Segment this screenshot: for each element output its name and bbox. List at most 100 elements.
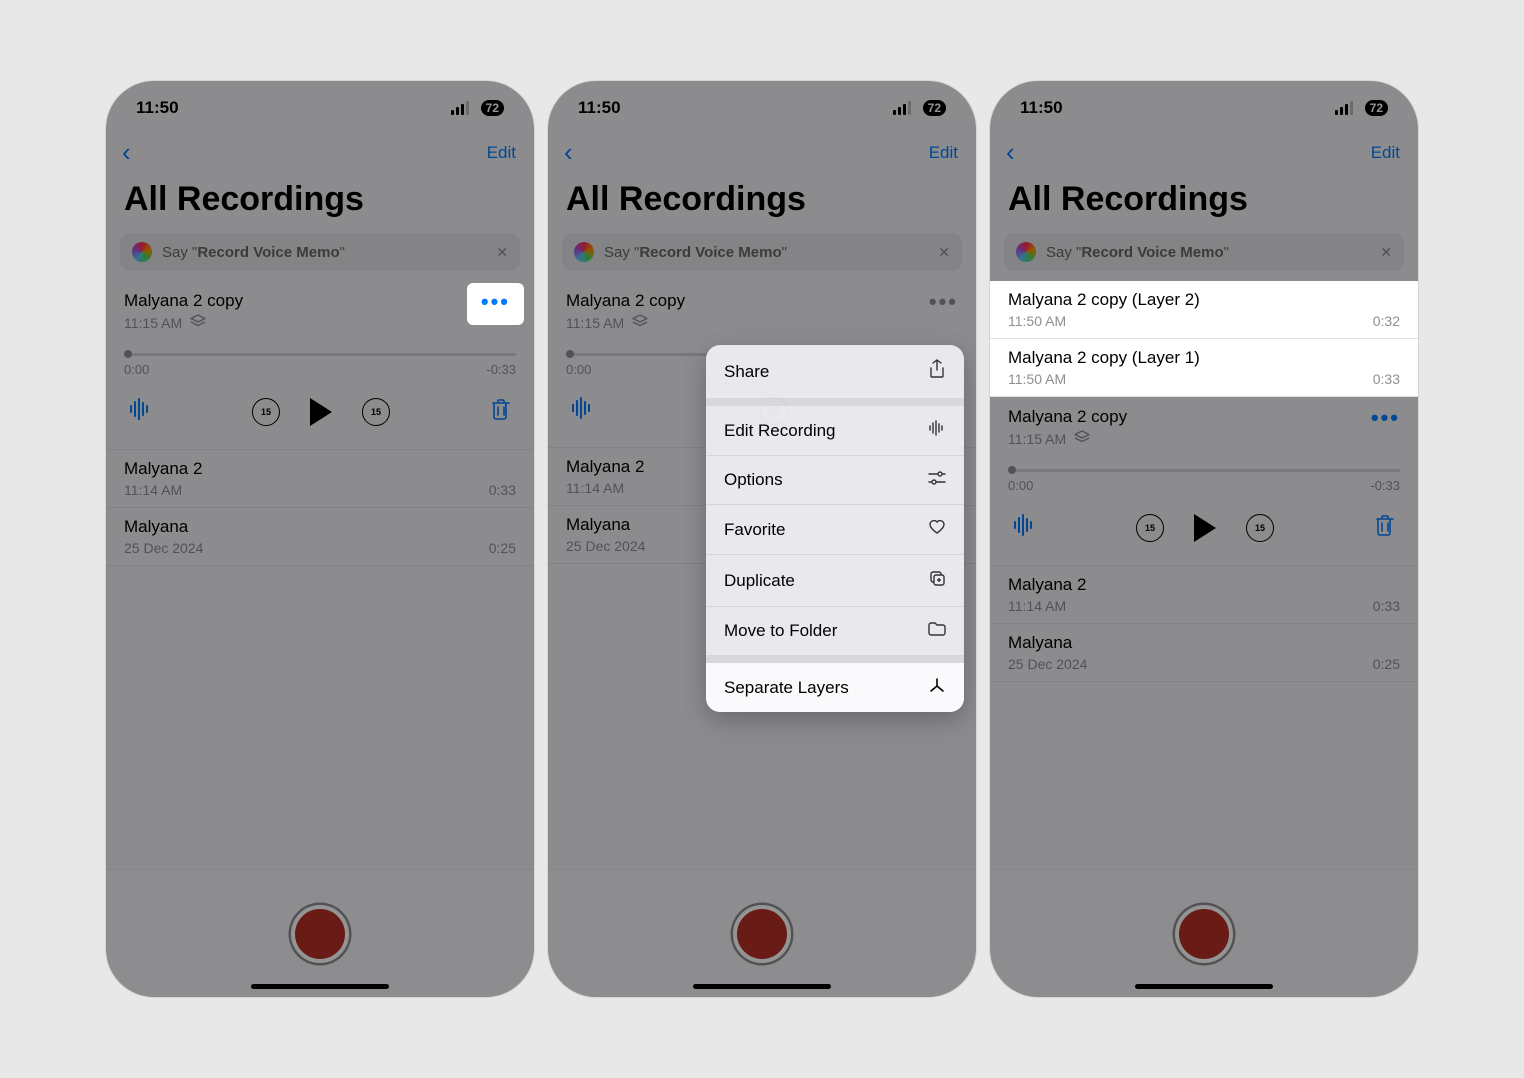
edit-button[interactable]: Edit (929, 143, 958, 163)
close-icon[interactable]: ✕ (1380, 244, 1392, 261)
close-icon[interactable]: ✕ (938, 244, 950, 261)
more-button[interactable]: ••• (467, 283, 524, 325)
play-button[interactable] (310, 398, 332, 426)
siri-text: Say "Record Voice Memo" (604, 244, 787, 261)
siri-hint[interactable]: Say "Record Voice Memo" ✕ (120, 233, 520, 271)
menu-share[interactable]: Share (706, 345, 964, 399)
sliders-icon (928, 470, 946, 490)
recording-expanded[interactable]: Malyana 2 copy 11:15 AM ••• 0:00 -0:33 1… (990, 397, 1418, 566)
trash-icon[interactable] (1374, 513, 1396, 543)
list-item[interactable]: Malyana 2 11:14 AM 0:33 (106, 450, 534, 508)
siri-hint[interactable]: Say "Record Voice Memo" ✕ (1004, 233, 1404, 271)
battery-icon: 72 (481, 100, 504, 116)
status-right: 72 (1335, 100, 1388, 117)
layers-icon (190, 314, 206, 331)
list-item[interactable]: Malyana 25 Dec 2024 0:25 (106, 508, 534, 566)
home-indicator[interactable] (1135, 984, 1273, 989)
waveform-icon[interactable] (570, 397, 594, 425)
scrubber[interactable] (124, 353, 516, 356)
menu-favorite[interactable]: Favorite (706, 505, 964, 555)
back-button[interactable]: ‹ (118, 137, 135, 168)
recording-time: 11:14 AM (566, 480, 624, 496)
menu-options[interactable]: Options (706, 456, 964, 505)
screen-3: 11:50 72 ‹ Edit All Recordings Say "Reco… (990, 81, 1418, 997)
battery-icon: 72 (923, 100, 946, 116)
waveform-icon[interactable] (128, 398, 152, 426)
menu-edit-recording[interactable]: Edit Recording (706, 406, 964, 456)
status-time: 11:50 (136, 98, 179, 118)
status-bar: 11:50 72 (106, 81, 534, 135)
recording-title: Malyana 2 copy (Layer 2) (1008, 290, 1400, 310)
context-menu: Share Edit Recording Options Favorite D (706, 345, 964, 712)
status-bar: 11:50 72 (990, 81, 1418, 135)
recording-title: Malyana 2 copy (Layer 1) (1008, 348, 1400, 368)
recording-time: 11:50 AM (1008, 313, 1066, 329)
skip-back-button[interactable]: 15 (252, 398, 280, 426)
skip-forward-button[interactable]: 15 (362, 398, 390, 426)
edit-button[interactable]: Edit (487, 143, 516, 163)
battery-icon: 72 (1365, 100, 1388, 116)
recording-duration: 0:33 (1373, 371, 1400, 387)
scrubber[interactable] (1008, 469, 1400, 472)
back-button[interactable]: ‹ (1002, 137, 1019, 168)
screen-2: 11:50 72 ‹ Edit All Recordings Say "Reco… (548, 81, 976, 997)
recording-duration: 0:33 (1373, 598, 1400, 614)
layers-icon (1074, 430, 1090, 447)
list-item-layer[interactable]: Malyana 2 copy (Layer 1) 11:50 AM 0:33 (990, 339, 1418, 397)
menu-separate-layers[interactable]: Separate Layers (706, 663, 964, 712)
record-button[interactable] (291, 905, 349, 963)
recording-time: 11:50 AM (1008, 371, 1066, 387)
edit-button[interactable]: Edit (1371, 143, 1400, 163)
heart-icon (928, 519, 946, 540)
more-button[interactable]: ••• (1371, 407, 1400, 435)
recording-title: Malyana 2 (1008, 575, 1400, 595)
recording-duration: 0:33 (489, 482, 516, 498)
waveform-icon[interactable] (1012, 514, 1036, 542)
nav-bar: ‹ Edit (106, 135, 534, 172)
back-button[interactable]: ‹ (560, 137, 577, 168)
record-button[interactable] (733, 905, 791, 963)
recording-title: Malyana (1008, 633, 1400, 653)
page-title: All Recordings (990, 172, 1418, 229)
recording-duration: 0:25 (489, 540, 516, 556)
nav-bar: ‹ Edit (548, 135, 976, 172)
recording-time: 11:14 AM (1008, 598, 1066, 614)
more-button[interactable]: ••• (929, 291, 958, 319)
time-current: 0:00 (1008, 478, 1033, 493)
skip-back-button[interactable]: 15 (1136, 514, 1164, 542)
recording-duration: 0:32 (1373, 313, 1400, 329)
recording-time: 11:14 AM (124, 482, 182, 498)
recording-time: 11:15 AM (566, 315, 624, 331)
record-button[interactable] (1175, 905, 1233, 963)
recording-expanded[interactable]: Malyana 2 copy 11:15 AM ••• 0:00 -0:33 1… (106, 281, 534, 450)
siri-text: Say "Record Voice Memo" (162, 244, 345, 261)
recording-time: 11:15 AM (124, 315, 182, 331)
layers-icon (632, 314, 648, 331)
signal-icon (893, 101, 911, 115)
share-icon (928, 359, 946, 384)
trash-icon[interactable] (490, 397, 512, 427)
list-item[interactable]: Malyana 25 Dec 2024 0:25 (990, 624, 1418, 682)
list-item[interactable]: Malyana 2 11:14 AM 0:33 (990, 566, 1418, 624)
time-current: 0:00 (566, 362, 591, 377)
signal-icon (1335, 101, 1353, 115)
menu-move-to-folder[interactable]: Move to Folder (706, 607, 964, 656)
close-icon[interactable]: ✕ (496, 244, 508, 261)
siri-hint[interactable]: Say "Record Voice Memo" ✕ (562, 233, 962, 271)
skip-forward-button[interactable]: 15 (1246, 514, 1274, 542)
home-indicator[interactable] (251, 984, 389, 989)
time-remaining: -0:33 (1370, 478, 1400, 493)
waveform-icon (928, 420, 946, 441)
record-bar (106, 869, 534, 997)
page-title: All Recordings (106, 172, 534, 229)
time-remaining: -0:33 (486, 362, 516, 377)
status-bar: 11:50 72 (548, 81, 976, 135)
recording-time: 25 Dec 2024 (124, 540, 203, 556)
time-current: 0:00 (124, 362, 149, 377)
home-indicator[interactable] (693, 984, 831, 989)
recording-title: Malyana 2 copy (566, 291, 685, 311)
play-button[interactable] (1194, 514, 1216, 542)
status-time: 11:50 (1020, 98, 1063, 118)
list-item-layer[interactable]: Malyana 2 copy (Layer 2) 11:50 AM 0:32 (990, 281, 1418, 339)
menu-duplicate[interactable]: Duplicate (706, 555, 964, 607)
